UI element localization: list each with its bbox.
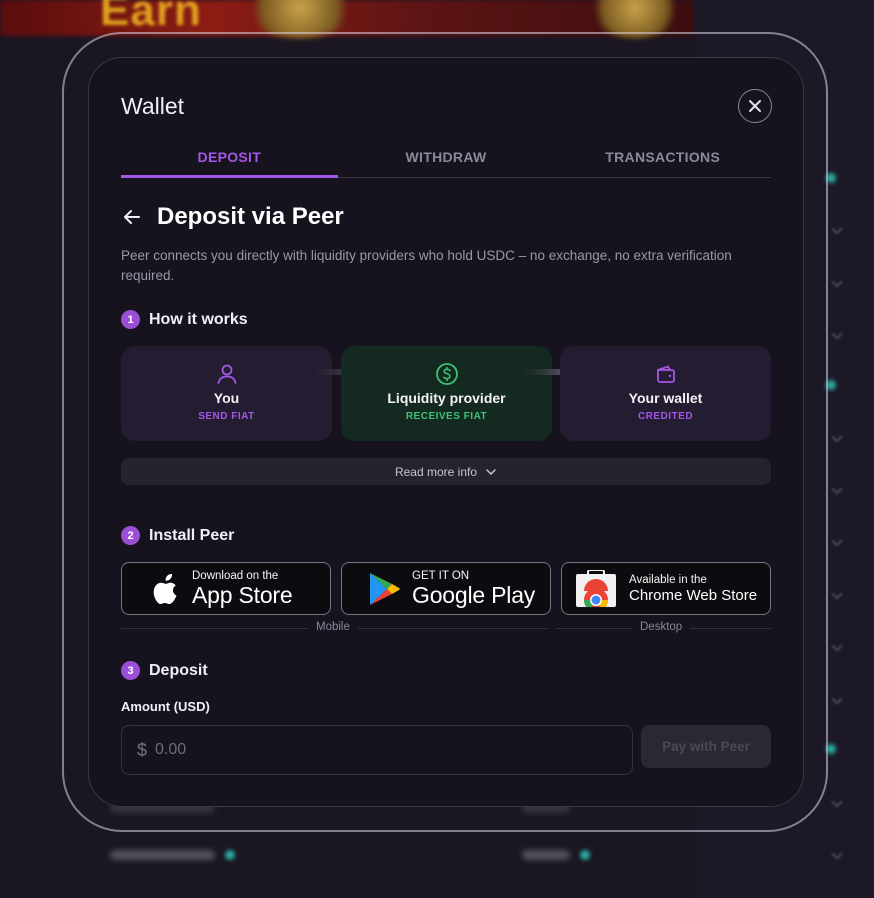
flow-title: You: [213, 390, 240, 406]
flow-card-you: You SEND FIAT: [121, 346, 332, 441]
currency-symbol: $: [137, 739, 148, 760]
step-number: 2: [121, 526, 140, 545]
amount-input[interactable]: $ 0.00: [121, 725, 633, 775]
step-how-it-works: 1 How it works: [121, 310, 248, 329]
app-store-big-text: App Store: [192, 581, 293, 608]
back-arrow-icon[interactable]: [121, 206, 143, 228]
close-button[interactable]: [738, 89, 772, 123]
flow-title: Liquidity provider: [387, 390, 506, 406]
google-play-text: GET IT ON Google Play: [412, 570, 535, 608]
heading-row: Deposit via Peer: [121, 203, 344, 231]
amount-placeholder: 0.00: [155, 741, 187, 758]
dollar-circle-icon: [435, 363, 458, 385]
background-row: [522, 850, 570, 860]
wallet-tabs: DEPOSIT WITHDRAW TRANSACTIONS: [121, 144, 771, 178]
user-icon: [217, 364, 236, 384]
wallet-icon: [656, 365, 675, 383]
chrome-web-store-text: Available in the Chrome Web Store: [629, 574, 757, 604]
modal-title: Wallet: [121, 93, 185, 119]
desktop-label: Desktop: [632, 621, 691, 633]
google-play-button[interactable]: GET IT ON Google Play: [341, 562, 551, 615]
google-play-small-text: GET IT ON: [412, 569, 470, 582]
chrome-web-store-icon: [576, 569, 616, 608]
background-dot: [225, 850, 235, 860]
read-more-button[interactable]: Read more info: [121, 458, 771, 485]
background-earn-text: Earn: [100, 0, 202, 35]
flow-card-your-wallet: Your wallet CREDITED: [560, 346, 771, 441]
google-play-big-text: Google Play: [412, 581, 536, 608]
step-label: Install Peer: [149, 526, 235, 544]
chrome-big-text: Chrome Web Store: [629, 586, 758, 604]
amount-label: Amount (USD): [121, 699, 210, 714]
chrome-web-store-button[interactable]: Available in the Chrome Web Store: [561, 562, 771, 615]
flow-subtitle: CREDITED: [637, 411, 694, 422]
step-label: Deposit: [149, 661, 208, 679]
step-deposit: 3 Deposit: [121, 661, 208, 680]
app-store-small-text: Download on the: [192, 569, 279, 582]
flow-subtitle: RECEIVES FIAT: [405, 411, 488, 422]
app-store-text: Download on the App Store: [192, 570, 293, 608]
tab-transactions[interactable]: TRANSACTIONS: [554, 144, 771, 177]
step-number: 1: [121, 310, 140, 329]
flow-title: Your wallet: [628, 390, 703, 406]
google-play-icon: [370, 572, 400, 605]
close-icon: [749, 100, 761, 112]
tab-deposit[interactable]: DEPOSIT: [121, 144, 338, 178]
app-store-button[interactable]: Download on the App Store: [121, 562, 331, 615]
wallet-modal: Wallet DEPOSIT WITHDRAW TRANSACTIONS Dep…: [88, 57, 804, 807]
flow-subtitle: SEND FIAT: [198, 411, 255, 422]
read-more-label: Read more info: [394, 464, 478, 479]
mobile-label: Mobile: [308, 621, 358, 633]
background-row: [110, 850, 215, 860]
peer-description: Peer connects you directly with liquidit…: [121, 248, 732, 283]
chevron-down-icon: [486, 468, 496, 475]
step-label: How it works: [149, 310, 248, 328]
background-dot: [580, 850, 590, 860]
pay-with-peer-button[interactable]: Pay with Peer: [641, 725, 771, 768]
apple-icon: [153, 573, 177, 604]
flow-card-liquidity-provider: Liquidity provider RECEIVES FIAT: [341, 346, 552, 441]
step-number: 3: [121, 661, 140, 680]
step-install-peer: 2 Install Peer: [121, 526, 234, 545]
chrome-small-text: Available in the: [629, 573, 707, 586]
page-heading: Deposit via Peer: [157, 203, 344, 230]
tab-withdraw[interactable]: WITHDRAW: [338, 144, 555, 177]
